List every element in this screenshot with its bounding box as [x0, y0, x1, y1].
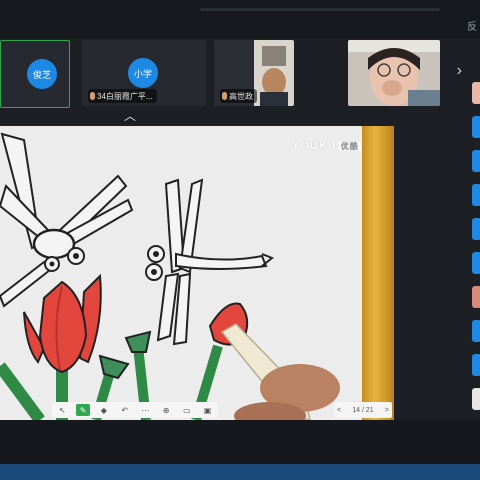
drawing-toolbar: ↖ ✎ ◆ ↶ ⋯ ⊕ ▭ ▣: [52, 402, 218, 418]
corner-label: 反: [467, 22, 477, 33]
side-panel-item[interactable]: [472, 354, 480, 376]
chevron-right-icon[interactable]: ›: [457, 62, 462, 80]
page-navigator: < 14 / 21 >: [334, 402, 392, 418]
side-panel-item[interactable]: [472, 218, 480, 240]
participant-video: [348, 40, 440, 106]
avatar-name: 俊芝: [32, 69, 51, 80]
mic-icon: [90, 92, 95, 100]
select-tool-button[interactable]: ↖: [55, 404, 69, 416]
wooden-frame: [362, 126, 394, 420]
watermark-text: YOUKU: [292, 140, 337, 152]
participant-tile-2[interactable]: 小学 34白丽霞广平...: [82, 40, 206, 106]
side-panel-item[interactable]: [472, 116, 480, 138]
shared-screen: YOUKU 优酷: [0, 126, 394, 420]
taskbar: [0, 464, 480, 480]
side-panel-item[interactable]: [472, 82, 480, 104]
side-panel-item[interactable]: [472, 150, 480, 172]
whiteboard-button[interactable]: ▭: [180, 404, 194, 416]
whiteboard-drawing: [0, 126, 362, 420]
participant-tile-1[interactable]: 俊芝: [0, 40, 70, 108]
side-panel-item[interactable]: [472, 286, 480, 308]
more-button[interactable]: ⋯: [138, 404, 152, 416]
avatar: 小学: [128, 58, 158, 88]
watermark-tag: 优酷: [338, 142, 361, 151]
participant-tag-text: 34白丽霞广平...: [97, 91, 153, 101]
eraser-tool-button[interactable]: ◆: [97, 404, 111, 416]
pen-tool-button[interactable]: ✎: [76, 404, 91, 416]
prev-page-button[interactable]: <: [337, 407, 341, 414]
title-bar-decoration: [200, 8, 440, 11]
participant-name-tag: 34白丽霞广平...: [88, 89, 157, 103]
next-page-button[interactable]: >: [385, 407, 389, 414]
video-watermark: YOUKU 优酷: [292, 140, 361, 152]
page-indicator: 14 / 21: [352, 406, 374, 414]
participant-tile-3[interactable]: 高世政: [214, 40, 294, 106]
side-panel-item[interactable]: [472, 184, 480, 206]
participant-video-row: 俊芝 小学 34白丽霞广平... 高世政 ›: [0, 38, 480, 110]
title-bar: [0, 0, 480, 38]
side-panel-item[interactable]: [472, 388, 480, 410]
zoom-button[interactable]: ⊕: [159, 404, 173, 416]
side-panel-item[interactable]: [472, 320, 480, 342]
mic-icon: [222, 92, 227, 100]
avatar-name: 小学: [133, 68, 152, 79]
avatar: 俊芝: [27, 59, 57, 89]
chevron-up-icon[interactable]: ︿: [124, 107, 136, 124]
right-side-panel: [470, 80, 480, 420]
side-panel-item[interactable]: [472, 252, 480, 274]
participant-tag-text: 高世政: [229, 91, 253, 101]
screenshot-button[interactable]: ▣: [201, 404, 215, 416]
participant-tile-4[interactable]: [348, 40, 440, 106]
undo-button[interactable]: ↶: [118, 404, 132, 416]
participant-name-tag: 高世政: [220, 89, 257, 103]
